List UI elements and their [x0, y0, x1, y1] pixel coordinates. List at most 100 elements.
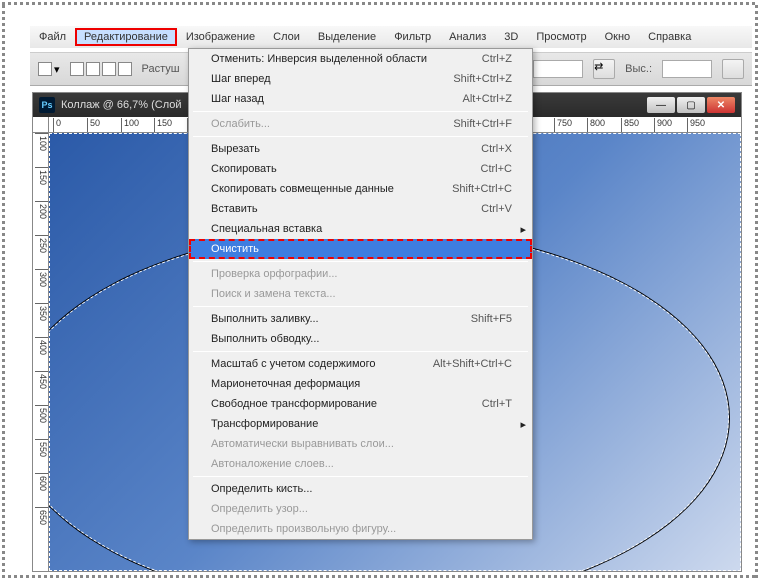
menu-item: Автоналожение слоев...: [189, 454, 532, 474]
menu-item[interactable]: Шаг вперед Shift+Ctrl+Z: [189, 69, 532, 89]
menu-item-label: Автоналожение слоев...: [211, 458, 334, 470]
menu-view[interactable]: Просмотр: [527, 28, 595, 46]
menu-item-shortcut: Ctrl+X: [481, 143, 512, 155]
menu-separator: [193, 476, 528, 477]
menu-layers[interactable]: Слои: [264, 28, 309, 46]
ruler-tick: 350: [35, 303, 48, 321]
menu-select[interactable]: Выделение: [309, 28, 385, 46]
marquee-icon: [38, 62, 52, 76]
menu-item[interactable]: Вставить Ctrl+V: [189, 199, 532, 219]
menu-item-shortcut: Ctrl+V: [481, 203, 512, 215]
menu-item-label: Шаг назад: [211, 93, 264, 105]
menu-item[interactable]: СкопироватьCtrl+C: [189, 159, 532, 179]
menu-item-label: Вставить: [211, 203, 258, 215]
menu-separator: [193, 261, 528, 262]
width-input[interactable]: [533, 60, 583, 78]
minimize-button[interactable]: —: [647, 97, 675, 113]
close-button[interactable]: ✕: [707, 97, 735, 113]
ruler-tick: 100: [35, 133, 48, 151]
menu-item-shortcut: Shift+Ctrl+F: [453, 118, 512, 130]
ruler-corner: [33, 117, 49, 133]
menu-item-label: Отменить: Инверсия выделенной области: [211, 53, 427, 65]
menu-item[interactable]: Трансформирование▸: [189, 414, 532, 434]
menu-separator: [193, 306, 528, 307]
menu-item-shortcut: Alt+Ctrl+Z: [462, 93, 512, 105]
menu-item-label: Свободное трансформирование: [211, 398, 377, 410]
menu-item-label: Определить узор...: [211, 503, 308, 515]
ruler-tick: 750: [554, 118, 572, 132]
menu-item-label: Поиск и замена текста...: [211, 288, 336, 300]
menu-item-label: Скопировать совмещенные данные: [211, 183, 394, 195]
ruler-tick: 900: [654, 118, 672, 132]
ruler-tick: 50: [87, 118, 100, 132]
menu-item[interactable]: Марионеточная деформация: [189, 374, 532, 394]
ruler-tick: 450: [35, 371, 48, 389]
menu-item-shortcut: Shift+F5: [471, 313, 512, 325]
menu-item: Определить узор...: [189, 499, 532, 519]
menu-item-label: Автоматически выравнивать слои...: [211, 438, 394, 450]
menu-3d[interactable]: 3D: [495, 28, 527, 46]
menu-item[interactable]: Специальная вставка▸: [189, 219, 532, 239]
menu-item-shortcut: Ctrl+T: [482, 398, 512, 410]
menu-item-label: Проверка орфографии...: [211, 268, 337, 280]
ruler-tick: 200: [35, 201, 48, 219]
menu-item-label: Масштаб с учетом содержимого: [211, 358, 376, 370]
ruler-tick: 250: [35, 235, 48, 253]
ruler-tick: 850: [621, 118, 639, 132]
menu-item-shortcut: Shift+Ctrl+C: [452, 183, 512, 195]
menu-item[interactable]: Отменить: Инверсия выделенной областиCtr…: [189, 49, 532, 69]
menu-item[interactable]: Шаг назад Alt+Ctrl+Z: [189, 89, 532, 109]
menu-filter[interactable]: Фильтр: [385, 28, 440, 46]
menu-item[interactable]: Выполнить обводку...: [189, 329, 532, 349]
ruler-tick: 0: [53, 118, 61, 132]
menu-item: Ослабить...Shift+Ctrl+F: [189, 114, 532, 134]
menu-item[interactable]: Скопировать совмещенные данные Shift+Ctrl…: [189, 179, 532, 199]
menu-item-label: Шаг вперед: [211, 73, 271, 85]
menu-item-label: Выполнить заливку...: [211, 313, 319, 325]
menu-item: Поиск и замена текста...: [189, 284, 532, 304]
height-label: Выс.:: [625, 63, 652, 75]
menu-item[interactable]: Очистить: [189, 239, 532, 259]
menu-item-label: Выполнить обводку...: [211, 333, 319, 345]
toolbar-btn-end[interactable]: [722, 59, 744, 79]
ruler-tick: 150: [154, 118, 172, 132]
ruler-vertical[interactable]: 100150200250300350400450500550600650: [33, 133, 49, 571]
jagged-edge-top: [2, 2, 758, 5]
ruler-tick: 600: [35, 473, 48, 491]
menu-item[interactable]: Определить кисть...: [189, 479, 532, 499]
selection-add-icon[interactable]: [86, 62, 100, 76]
menu-item[interactable]: Вырезать Ctrl+X: [189, 139, 532, 159]
menu-analysis[interactable]: Анализ: [440, 28, 495, 46]
menubar: Файл Редактирование Изображение Слои Выд…: [30, 26, 752, 48]
selection-subtract-icon[interactable]: [102, 62, 116, 76]
menu-item-label: Вырезать: [211, 143, 260, 155]
edit-menu-dropdown: Отменить: Инверсия выделенной области Ctr…: [188, 48, 533, 540]
menu-item-label: Марионеточная деформация: [211, 378, 360, 390]
ruler-tick: 150: [35, 167, 48, 185]
menu-item[interactable]: Выполнить заливку... Shift+F5: [189, 309, 532, 329]
jagged-edge-left: [2, 2, 5, 578]
menu-separator: [193, 136, 528, 137]
menu-edit[interactable]: Редактирование: [75, 28, 177, 46]
jagged-edge-bottom: [2, 575, 758, 578]
menu-item[interactable]: Свободное трансформирование Ctrl+T: [189, 394, 532, 414]
marquee-tool-picker[interactable]: ▾: [38, 62, 60, 76]
height-input[interactable]: [662, 60, 712, 78]
maximize-button[interactable]: ▢: [677, 97, 705, 113]
selection-new-icon[interactable]: [70, 62, 84, 76]
menu-item-shortcut: Alt+Shift+Ctrl+C: [433, 358, 512, 370]
menu-help[interactable]: Справка: [639, 28, 700, 46]
swap-dims-button[interactable]: ⇄: [593, 59, 615, 79]
menu-item-shortcut: Shift+Ctrl+Z: [453, 73, 512, 85]
menu-item-label: Трансформирование: [211, 418, 318, 430]
menu-item[interactable]: Масштаб с учетом содержимого Alt+Shift+Ct…: [189, 354, 532, 374]
selection-intersect-icon[interactable]: [118, 62, 132, 76]
menu-file[interactable]: Файл: [30, 28, 75, 46]
ruler-tick: 100: [121, 118, 139, 132]
menu-item-shortcut: Ctrl+C: [481, 163, 512, 175]
selection-mode-group: [70, 62, 132, 76]
menu-image[interactable]: Изображение: [177, 28, 264, 46]
menu-item-label: Специальная вставка: [211, 223, 322, 235]
chevron-down-icon: ▾: [54, 63, 60, 76]
menu-window[interactable]: Окно: [596, 28, 640, 46]
